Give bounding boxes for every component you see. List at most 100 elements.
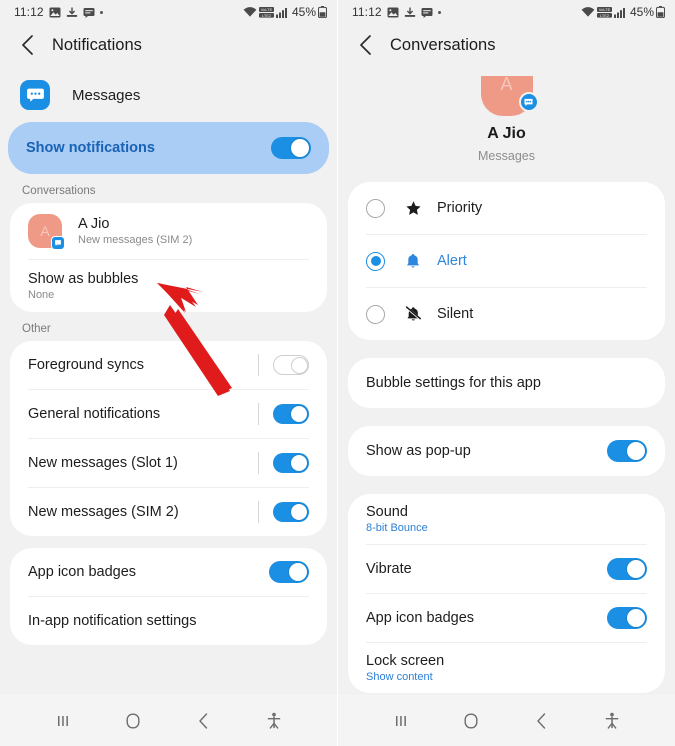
toggle-divider bbox=[258, 501, 259, 523]
toggle-app-icon-badges[interactable] bbox=[269, 561, 309, 583]
radio-silent[interactable] bbox=[366, 304, 385, 324]
conversation-row-a-jio[interactable]: A A Jio New messages (SIM 2) bbox=[10, 203, 327, 259]
download-icon bbox=[404, 7, 416, 18]
avatar-letter: A bbox=[500, 74, 513, 94]
conversations-section-header: Conversations bbox=[22, 185, 96, 197]
row-label: New messages (SIM 2) bbox=[28, 504, 179, 520]
recents-icon[interactable] bbox=[381, 701, 421, 741]
toggle-divider bbox=[258, 403, 259, 425]
messages-app-icon bbox=[20, 80, 50, 110]
svg-text:VoLTE: VoLTE bbox=[599, 7, 611, 12]
row-show-as-popup[interactable]: Show as pop-up bbox=[348, 426, 665, 476]
messages-badge-icon bbox=[518, 92, 539, 112]
conversation-name: A Jio bbox=[487, 125, 526, 142]
left-phone-screen: 11:12 VoLTE LTE2 45% Notifications Messa… bbox=[0, 0, 337, 746]
row-foreground-syncs[interactable]: Foreground syncs bbox=[10, 341, 327, 389]
show-as-bubbles-row[interactable]: Show as bubbles None bbox=[10, 260, 327, 312]
row-bubble-settings[interactable]: Bubble settings for this app bbox=[348, 358, 665, 408]
svg-text:LTE2: LTE2 bbox=[600, 12, 609, 17]
radio-priority[interactable] bbox=[366, 198, 385, 218]
conversation-subtitle: New messages (SIM 2) bbox=[78, 234, 193, 246]
app-name: Messages bbox=[72, 86, 141, 104]
image-icon bbox=[387, 7, 399, 18]
toggle-divider bbox=[258, 452, 259, 474]
volte-icon: VoLTE LTE2 bbox=[596, 6, 612, 18]
wifi-icon bbox=[243, 6, 257, 18]
row-label: Foreground syncs bbox=[28, 357, 145, 373]
conversations-card: A A Jio New messages (SIM 2) Show as bub… bbox=[10, 203, 327, 312]
row-new-messages-sim2[interactable]: New messages (SIM 2) bbox=[10, 488, 327, 536]
option-alert[interactable]: Alert bbox=[348, 235, 665, 287]
nav-bar-left bbox=[0, 695, 337, 746]
nav-bar-right bbox=[338, 695, 675, 746]
row-label: Vibrate bbox=[366, 561, 412, 577]
star-icon bbox=[403, 200, 423, 217]
toggle-foreground-syncs[interactable] bbox=[273, 355, 309, 375]
status-bar-left: 11:12 VoLTE LTE2 45% bbox=[0, 0, 337, 24]
image-icon bbox=[49, 7, 61, 18]
show-as-bubbles-value: None bbox=[28, 289, 55, 301]
svg-text:VoLTE: VoLTE bbox=[261, 7, 273, 12]
message-icon bbox=[83, 7, 95, 18]
app-bar-notifications: Notifications bbox=[0, 24, 337, 66]
toggle-show-as-popup[interactable] bbox=[607, 440, 647, 462]
option-label: Silent bbox=[437, 306, 474, 322]
toggle-general-notifications[interactable] bbox=[273, 404, 309, 424]
accessibility-icon[interactable] bbox=[592, 701, 632, 741]
right-phone-screen: 11:12 VoLTE LTE2 45% Conversations A A J… bbox=[337, 0, 675, 746]
conversation-hero: A A Jio Messages bbox=[338, 66, 675, 163]
show-notifications-row[interactable]: Show notifications bbox=[8, 122, 329, 174]
bubble-settings-card: Bubble settings for this app bbox=[348, 358, 665, 408]
sound-settings-card: Sound 8-bit Bounce Vibrate App icon badg… bbox=[348, 494, 665, 693]
accessibility-icon[interactable] bbox=[254, 701, 294, 741]
row-app-icon-badges[interactable]: App icon badges bbox=[348, 594, 665, 642]
chevron-left-icon[interactable] bbox=[14, 32, 40, 58]
toggle-new-messages-sim2[interactable] bbox=[273, 502, 309, 522]
home-icon[interactable] bbox=[451, 701, 491, 741]
toggle-app-icon-badges[interactable] bbox=[607, 607, 647, 629]
svg-text:LTE2: LTE2 bbox=[262, 12, 271, 17]
battery-percent: 45% bbox=[291, 5, 316, 19]
other-section-header: Other bbox=[22, 323, 51, 335]
toggle-new-messages-slot1[interactable] bbox=[273, 453, 309, 473]
download-icon bbox=[66, 7, 78, 18]
row-label: New messages (Slot 1) bbox=[28, 455, 178, 471]
back-icon[interactable] bbox=[184, 701, 224, 741]
row-label: General notifications bbox=[28, 406, 161, 422]
back-icon[interactable] bbox=[522, 701, 562, 741]
row-vibrate[interactable]: Vibrate bbox=[348, 545, 665, 593]
toggle-vibrate[interactable] bbox=[607, 558, 647, 580]
home-icon[interactable] bbox=[113, 701, 153, 741]
chevron-left-icon[interactable] bbox=[352, 32, 378, 58]
message-icon bbox=[421, 7, 433, 18]
recents-icon[interactable] bbox=[43, 701, 83, 741]
toggle-divider bbox=[258, 354, 259, 376]
radio-alert[interactable] bbox=[366, 251, 385, 271]
status-time: 11:12 bbox=[352, 5, 382, 19]
messages-badge-icon bbox=[51, 236, 65, 250]
row-new-messages-slot1[interactable]: New messages (Slot 1) bbox=[10, 439, 327, 487]
page-title: Conversations bbox=[390, 35, 496, 54]
row-label: Bubble settings for this app bbox=[366, 375, 541, 391]
other-card: Foreground syncs General notifications N… bbox=[10, 341, 327, 536]
option-label: Alert bbox=[437, 253, 467, 269]
show-as-bubbles-label: Show as bubbles bbox=[28, 271, 139, 287]
status-time: 11:12 bbox=[14, 5, 44, 19]
row-lock-screen[interactable]: Lock screen Show content bbox=[348, 643, 665, 693]
row-label: Lock screen bbox=[366, 653, 445, 669]
dual-screenshot-container: 11:12 VoLTE LTE2 45% Notifications Messa… bbox=[0, 0, 675, 746]
badges-card: App icon badges In-app notification sett… bbox=[10, 548, 327, 645]
row-sound[interactable]: Sound 8-bit Bounce bbox=[348, 494, 665, 544]
option-priority[interactable]: Priority bbox=[348, 182, 665, 234]
status-bar-right: 11:12 VoLTE LTE2 45% bbox=[338, 0, 675, 24]
option-label: Priority bbox=[437, 200, 483, 216]
row-label: In-app notification settings bbox=[28, 613, 197, 629]
row-app-icon-badges[interactable]: App icon badges bbox=[10, 548, 327, 596]
row-general-notifications[interactable]: General notifications bbox=[10, 390, 327, 438]
show-notifications-toggle[interactable] bbox=[271, 137, 311, 159]
wifi-icon bbox=[581, 6, 595, 18]
row-label: Show as pop-up bbox=[366, 443, 471, 459]
row-in-app-notification-settings[interactable]: In-app notification settings bbox=[10, 597, 327, 645]
conversation-name: A Jio bbox=[78, 216, 110, 232]
option-silent[interactable]: Silent bbox=[348, 288, 665, 340]
